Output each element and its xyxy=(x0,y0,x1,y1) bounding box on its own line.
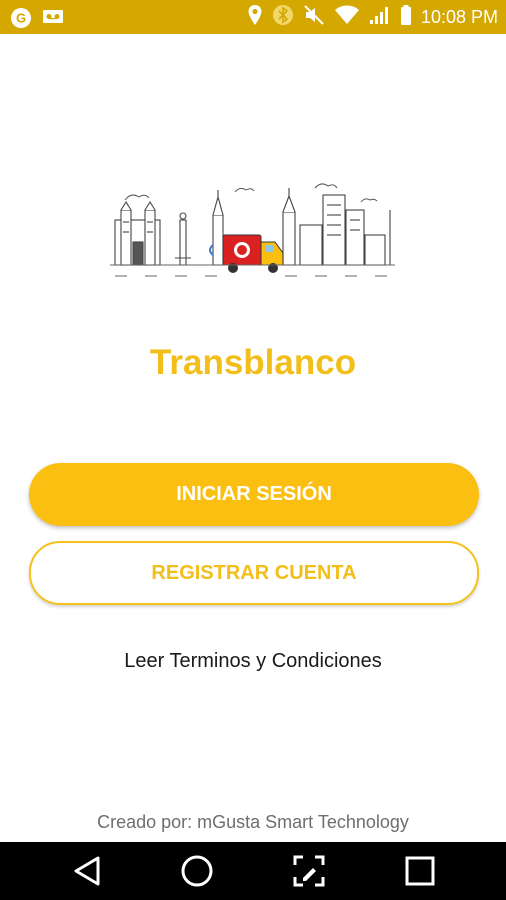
register-button[interactable]: REGISTRAR CUENTA xyxy=(29,541,479,605)
battery-icon xyxy=(400,4,412,31)
back-icon[interactable] xyxy=(67,851,107,891)
bluetooth-icon xyxy=(272,4,294,31)
screenshot-icon[interactable] xyxy=(289,851,329,891)
app-title: Transblanco xyxy=(149,343,357,382)
status-bar: G 10:08 PM xyxy=(0,0,506,34)
terms-link[interactable]: Leer Terminos y Condiciones xyxy=(0,650,506,673)
login-button[interactable]: INICIAR SESIÓN xyxy=(29,463,479,526)
credit-text: Creado por: mGusta Smart Technology xyxy=(97,812,409,832)
status-time: 10:08 PM xyxy=(420,6,498,27)
svg-text:G: G xyxy=(16,11,26,26)
location-icon xyxy=(247,4,263,31)
recents-icon[interactable] xyxy=(400,851,440,891)
g-app-icon: G xyxy=(10,7,32,34)
nav-bar xyxy=(0,842,506,900)
mute-icon xyxy=(303,4,325,31)
signal-icon xyxy=(369,5,391,30)
voicemail-icon xyxy=(42,8,64,33)
wifi-icon xyxy=(334,5,360,30)
home-icon[interactable] xyxy=(177,851,217,891)
city-truck-illustration xyxy=(105,150,400,290)
